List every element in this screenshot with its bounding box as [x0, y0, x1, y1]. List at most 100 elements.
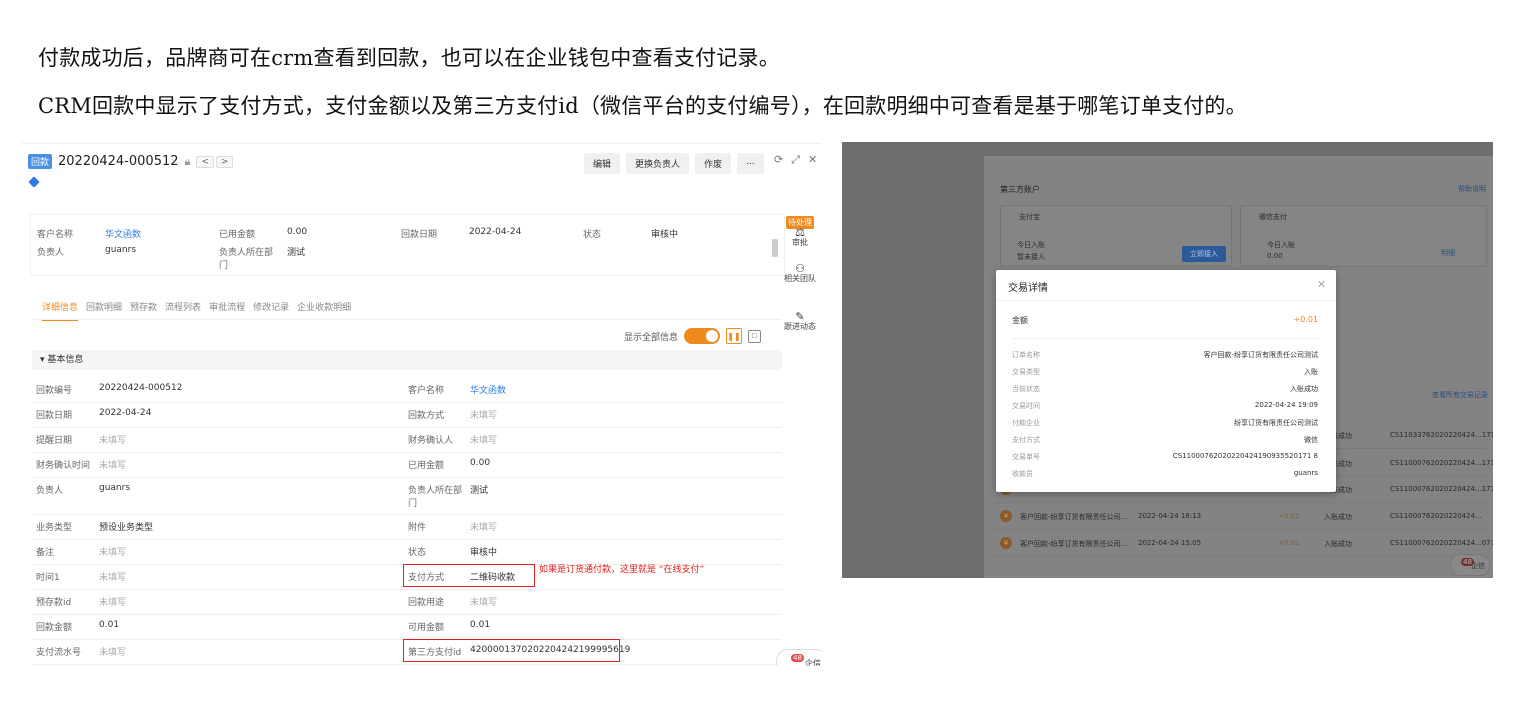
- modal-field-value: 微信: [1304, 436, 1318, 444]
- side-team[interactable]: ⚇ 相关团队: [784, 263, 816, 284]
- field-value: 未填写: [99, 648, 127, 658]
- chat-badge: 48: [791, 654, 804, 662]
- tab-process-list[interactable]: 流程列表: [165, 300, 201, 321]
- field-value: 未填写: [99, 461, 127, 471]
- intro-line-1: 付款成功后，品牌商可在crm查看到回款，也可以在企业钱包中查看支付记录。: [38, 46, 780, 70]
- chat-button[interactable]: 48 企信: [776, 649, 822, 666]
- transaction-icon: ¥: [1000, 510, 1012, 522]
- field-label: 附件: [408, 523, 427, 533]
- field-label: 支付流水号: [36, 648, 82, 658]
- intro-line-2: CRM回款中显示了支付方式，支付金额以及第三方支付id（微信平台的支付编号），在…: [38, 94, 1247, 118]
- tab-enterprise-receipts[interactable]: 企业收款明细: [297, 300, 351, 321]
- side-approve-label: 审批: [792, 238, 808, 247]
- side-approve[interactable]: ⚖ 审批: [784, 226, 816, 248]
- field-value: 未填写: [470, 598, 498, 608]
- void-button[interactable]: 作废: [695, 153, 732, 174]
- field-value: 0.00: [470, 458, 491, 468]
- fullscreen-icon[interactable]: ⤢: [791, 153, 800, 167]
- field-label: 财务确认时间: [36, 461, 91, 471]
- tab-prepaid[interactable]: 预存款: [130, 300, 157, 321]
- next-record-icon[interactable]: >: [215, 155, 234, 168]
- two-column-layout-icon[interactable]: ❚❚: [726, 328, 743, 344]
- modal-field-label: 交易时间: [1012, 402, 1040, 410]
- view-all-link[interactable]: 查看所有交易记录: [1432, 390, 1488, 400]
- tab-change-log[interactable]: 修改记录: [253, 300, 289, 321]
- side-follow[interactable]: ✎ 跟进动态: [784, 310, 816, 332]
- change-owner-button[interactable]: 更换负责人: [626, 153, 690, 174]
- field-value: 预设业务类型: [99, 523, 154, 533]
- section-basic-info[interactable]: ▾ 基本信息: [32, 350, 782, 370]
- field-value: 测试: [470, 486, 489, 496]
- field-label: 状态: [408, 548, 427, 558]
- lock-icon[interactable]: 🔒︎: [185, 155, 191, 169]
- field-label: 财务确认人: [408, 436, 454, 446]
- field-value: 华文函数: [470, 386, 507, 396]
- window-controls: ⟳ ⤢ ✕: [774, 153, 817, 167]
- modal-field-value: 客户回款-纷享订货有限责任公司测试: [1203, 351, 1318, 359]
- help-link[interactable]: 帮助说明: [1458, 184, 1486, 194]
- modal-field-label: 收款员: [1012, 470, 1033, 478]
- field-label: 可用金额: [408, 623, 445, 633]
- tab-approval-flow[interactable]: 审批流程: [209, 300, 245, 321]
- summary-owner-value: guanrs: [105, 245, 137, 255]
- pin-icon[interactable]: [28, 176, 40, 188]
- prev-record-icon[interactable]: <: [196, 155, 214, 168]
- field-label: 回款用途: [408, 598, 445, 608]
- payment-method-highlight: [403, 564, 535, 587]
- edit-button[interactable]: 编辑: [584, 153, 621, 174]
- summary-status-label: 状态: [583, 230, 602, 240]
- modal-field-value: 2022-04-24 19:09: [1254, 401, 1318, 409]
- field-label: 负责人所在部门: [408, 486, 463, 509]
- modal-title: 交易详情: [1008, 283, 1048, 294]
- field-value: 未填写: [99, 598, 127, 608]
- refresh-icon[interactable]: ⟳: [774, 153, 783, 167]
- modal-divider: [996, 300, 1336, 301]
- modal-amount-label: 金额: [1012, 316, 1028, 325]
- transaction-detail-modal: 交易详情 ✕ 金额 +0.01 订单名称 客户回款-纷享订货有限责任公司测试 交易类…: [996, 270, 1336, 492]
- transaction-row[interactable]: ¥ 客户回款-纷享订货有限责任公司... 2022-04-24 18:13 +0.01…: [992, 505, 1487, 530]
- summary-status-value: 审核中: [651, 230, 679, 240]
- field-value: 未填写: [470, 411, 498, 421]
- alipay-today-label: 今日入账: [1017, 241, 1045, 249]
- wechat-box: 微信支付 今日入账 0.00 明细: [1240, 205, 1487, 267]
- summary-owner-label: 负责人: [37, 248, 65, 258]
- alipay-label: 支付宝: [1019, 213, 1040, 221]
- record-number: 20220424-000512: [58, 154, 179, 169]
- action-bar: 编辑 更换负责人 作废 ...: [584, 153, 764, 174]
- collapse-side-icon[interactable]: [772, 239, 778, 257]
- field-value: 未填写: [99, 548, 127, 558]
- tab-payment-items[interactable]: 回款明细: [86, 300, 122, 321]
- approve-icon: ⚖: [795, 226, 805, 239]
- wallet-chat-button[interactable]: 48 企信: [1450, 554, 1490, 576]
- side-team-label: 相关团队: [784, 274, 816, 283]
- show-all-toggle[interactable]: [684, 328, 721, 344]
- summary-customer-link[interactable]: 华文函数: [105, 227, 141, 240]
- close-icon[interactable]: ✕: [808, 153, 817, 167]
- transaction-name: 客户回款-纷享订货有限责任公司...: [1020, 540, 1128, 548]
- field-row: 业务类型 预设业务类型 附件 未填写: [32, 514, 782, 540]
- modal-field-value: 纷享订货有限责任公司测试: [1234, 419, 1318, 427]
- one-column-layout-icon[interactable]: ☐: [748, 329, 762, 343]
- close-icon[interactable]: ✕: [1317, 278, 1326, 291]
- transaction-row[interactable]: ¥ 客户回款-纷享订货有限责任公司... 2022-04-24 15:05 +0.01…: [992, 532, 1493, 557]
- wechat-detail-link[interactable]: 明细: [1441, 248, 1455, 258]
- field-row: 预存款id 未填写 回款用途 未填写: [32, 589, 782, 615]
- transaction-no: CS11033762020220424...1719: [1390, 431, 1493, 439]
- transaction-date: 2022-04-24 15:05: [1138, 539, 1202, 547]
- field-label: 备注: [36, 548, 55, 558]
- show-all-control: 显示全部信息 ❚❚ ☐: [624, 328, 762, 344]
- field-row: 负责人 guanrs 负责人所在部门 测试: [32, 477, 782, 515]
- edit-note-icon: ✎: [795, 310, 805, 323]
- transaction-status: 入账成功: [1324, 540, 1352, 548]
- transaction-status: 入账成功: [1324, 513, 1352, 521]
- connect-button[interactable]: 立即接入: [1182, 246, 1226, 262]
- tab-details[interactable]: 详细信息: [42, 300, 79, 321]
- field-label: 业务类型: [36, 523, 73, 533]
- summary-date-value: 2022-04-24: [469, 227, 522, 237]
- crm-payment-detail-panel: 回款 20220424-000512 🔒︎ < > 编辑 更换负责人 作废 ...…: [22, 143, 822, 666]
- field-label: 回款编号: [36, 386, 73, 396]
- side-follow-label: 跟进动态: [784, 322, 816, 331]
- show-all-label: 显示全部信息: [624, 332, 679, 343]
- more-button[interactable]: ...: [737, 153, 764, 174]
- transaction-no: CS11000762020220424...0776: [1390, 539, 1493, 547]
